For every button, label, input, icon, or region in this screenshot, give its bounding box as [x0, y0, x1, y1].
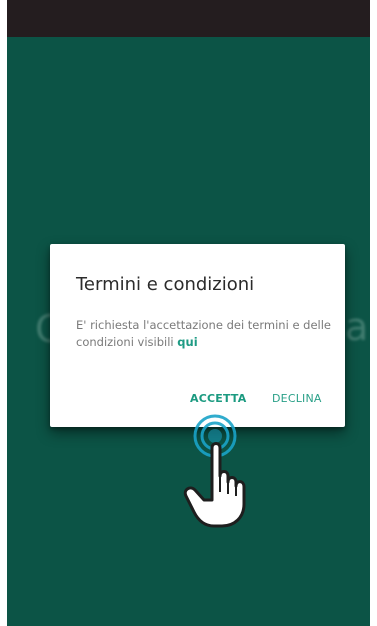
accept-button[interactable]: ACCETTA	[190, 392, 247, 405]
background-glyph: a	[345, 305, 369, 349]
dialog-message: E' richiesta l'accettazione dei termini …	[76, 317, 331, 351]
dialog-title: Termini e condizioni	[76, 274, 255, 295]
dialog-message-text: E' richiesta l'accettazione dei termini …	[76, 318, 332, 349]
phone-screen: C a Termini e condizioni E' richiesta l'…	[7, 0, 370, 626]
pointing-hand-icon	[183, 442, 246, 528]
decline-button[interactable]: DECLINA	[272, 392, 322, 405]
terms-link[interactable]: qui	[177, 335, 197, 349]
dialog-actions: ACCETTA DECLINA	[50, 392, 345, 412]
terms-dialog: Termini e condizioni E' richiesta l'acce…	[50, 244, 345, 427]
status-bar	[7, 0, 370, 37]
